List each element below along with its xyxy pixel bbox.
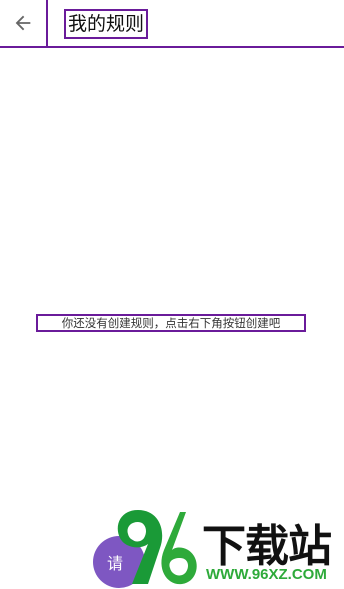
arrow-back-icon xyxy=(15,15,31,31)
empty-state-message: 你还没有创建规则，点击右下角按钮创建吧 xyxy=(36,314,306,332)
watermark-url: WWW.96XZ.COM xyxy=(206,566,327,583)
page-title: 我的规则 xyxy=(64,9,149,39)
logo-96-icon xyxy=(117,510,197,585)
watermark: 下载站 WWW.96XZ.COM xyxy=(110,504,344,589)
watermark-brand: 下载站 xyxy=(202,521,332,572)
app-bar: 我的规则 xyxy=(0,0,344,48)
rules-screen: 我的规则 你还没有创建规则，点击右下角按钮创建吧 请 下载站 WWW.96XZ.… xyxy=(0,0,344,589)
back-button[interactable] xyxy=(0,0,48,46)
